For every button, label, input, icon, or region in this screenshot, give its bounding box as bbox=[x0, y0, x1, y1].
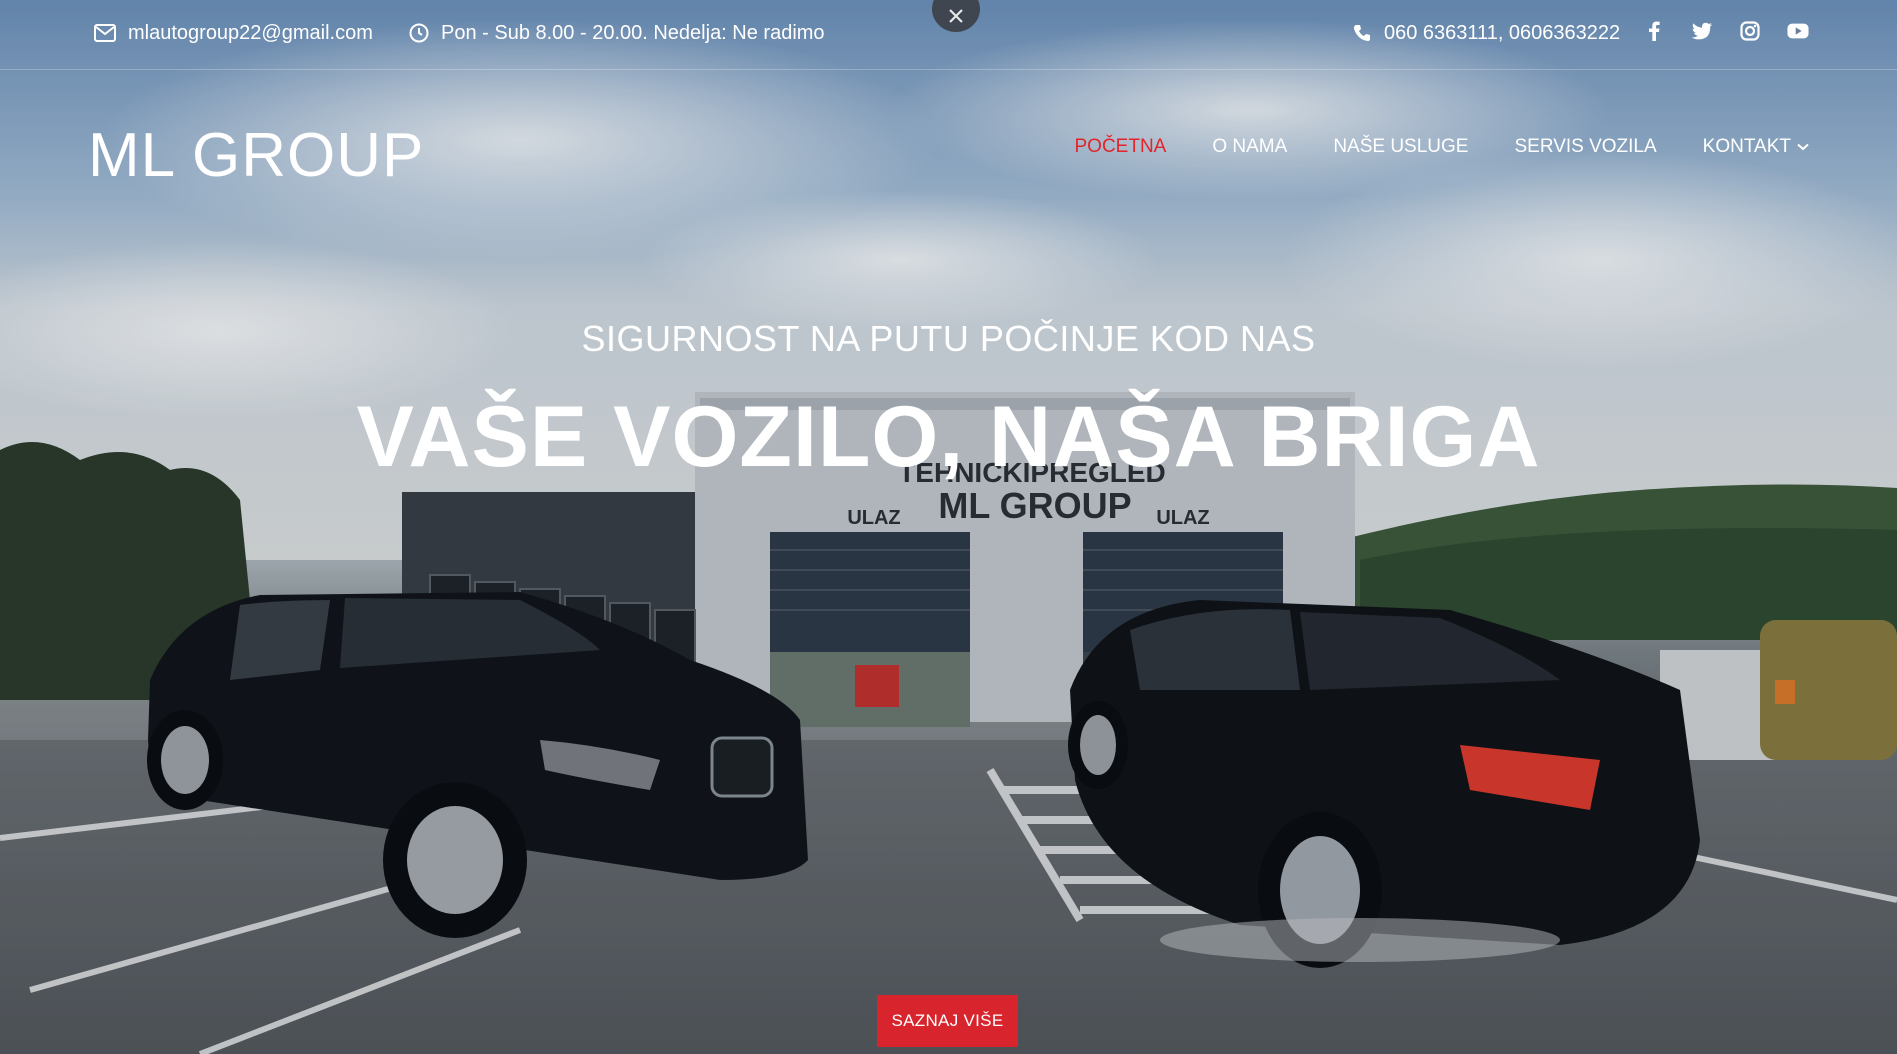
phone-icon bbox=[1354, 25, 1370, 41]
contact-email[interactable]: mlautogroup22@gmail.com bbox=[94, 20, 373, 46]
nav-item-kontakt[interactable]: KONTAKT bbox=[1703, 136, 1809, 158]
hero-headline: VAŠE VOZILO, NAŠA BRIGA bbox=[356, 389, 1541, 485]
nav-item-pocetna[interactable]: POČETNA bbox=[1075, 136, 1167, 158]
nav-item-kontakt-label: KONTAKT bbox=[1702, 136, 1791, 157]
close-button[interactable] bbox=[932, 0, 980, 32]
nav-item-o-nama[interactable]: O NAMA bbox=[1212, 136, 1287, 158]
instagram-icon[interactable] bbox=[1739, 20, 1761, 42]
hero-section: TEHNICKIPREGLED ML GROUP ULAZ ULAZ mlaut… bbox=[0, 0, 1897, 1054]
envelope-icon bbox=[94, 24, 116, 42]
contact-phone-text[interactable]: 060 6363111, 0606363222 bbox=[1384, 22, 1620, 45]
top-bar: mlautogroup22@gmail.com Pon - Sub 8.00 -… bbox=[0, 0, 1897, 70]
social-links bbox=[1643, 20, 1809, 42]
working-hours: Pon - Sub 8.00 - 20.00. Nedelja: Ne radi… bbox=[409, 20, 825, 46]
hero-subtitle: SIGURNOST NA PUTU POČINJE KOD NAS bbox=[581, 318, 1316, 359]
chevron-down-icon bbox=[1797, 143, 1809, 151]
working-hours-text: Pon - Sub 8.00 - 20.00. Nedelja: Ne radi… bbox=[441, 21, 825, 44]
contact-phone[interactable]: 060 6363111, 0606363222 bbox=[1352, 20, 1620, 46]
site-logo[interactable]: ML GROUP bbox=[88, 120, 424, 191]
contact-email-text[interactable]: mlautogroup22@gmail.com bbox=[128, 22, 373, 45]
facebook-icon[interactable] bbox=[1643, 20, 1665, 42]
nav-item-nase-usluge[interactable]: NAŠE USLUGE bbox=[1333, 136, 1468, 158]
close-icon bbox=[949, 9, 963, 23]
nav-item-servis-vozila[interactable]: SERVIS VOZILA bbox=[1514, 136, 1656, 158]
youtube-icon[interactable] bbox=[1787, 20, 1809, 42]
main-nav: POČETNA O NAMA NAŠE USLUGE SERVIS VOZILA… bbox=[1075, 136, 1810, 158]
learn-more-button[interactable]: SAZNAJ VIŠE bbox=[877, 995, 1018, 1047]
clock-icon bbox=[409, 23, 429, 43]
twitter-icon[interactable] bbox=[1691, 20, 1713, 42]
